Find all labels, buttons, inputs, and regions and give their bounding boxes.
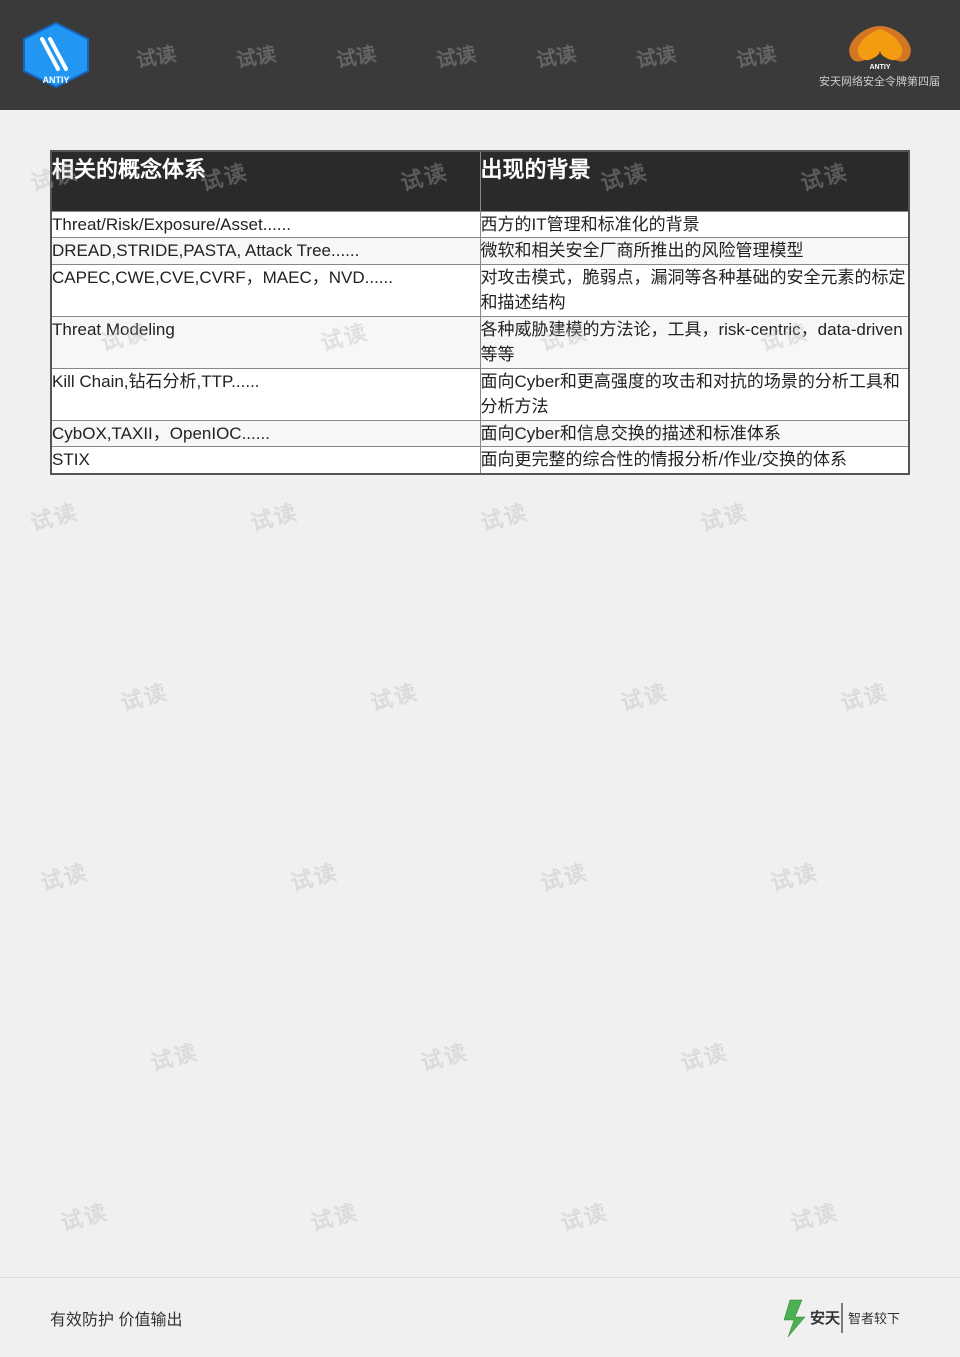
- table-cell-right: 西方的IT管理和标准化的背景: [480, 211, 909, 238]
- watermark-23: 试读: [677, 1034, 732, 1077]
- footer-logo-icon: 安天 智者较下: [780, 1295, 910, 1340]
- header-wm-7: 试读: [733, 37, 777, 73]
- table-cell-left: CybOX,TAXII，OpenIOC......: [51, 420, 480, 447]
- header-wm-3: 试读: [333, 37, 377, 73]
- table-cell-right: 各种威胁建模的方法论，工具，risk-centric，data-driven等等: [480, 316, 909, 368]
- table-row: CAPEC,CWE,CVE,CVRF，MAEC，NVD......对攻击模式，脆…: [51, 264, 909, 316]
- header-right-logo: ANTIY 安天网络安全令牌第四届: [819, 21, 940, 89]
- logo-container: ANTIY: [20, 19, 92, 91]
- table-row: Threat Modeling各种威胁建模的方法论，工具，risk-centri…: [51, 316, 909, 368]
- watermark-16: 试读: [837, 674, 892, 717]
- watermark-25: 试读: [307, 1194, 362, 1237]
- footer-left-text: 有效防护 价值输出: [50, 1306, 182, 1330]
- table-cell-left: Threat/Risk/Exposure/Asset......: [51, 211, 480, 238]
- table-cell-left: STIX: [51, 447, 480, 474]
- table-row: Threat/Risk/Exposure/Asset......西方的IT管理和…: [51, 211, 909, 238]
- svg-text:ANTIY: ANTIY: [43, 75, 70, 85]
- table-row: DREAD,STRIDE,PASTA, Attack Tree......微软和…: [51, 238, 909, 265]
- col1-header: 相关的概念体系: [51, 151, 480, 211]
- table-cell-right: 面向Cyber和信息交换的描述和标准体系: [480, 420, 909, 447]
- watermark-26: 试读: [557, 1194, 612, 1237]
- header-wm-6: 试读: [633, 37, 677, 73]
- table-row: Kill Chain,钻石分析,TTP......面向Cyber和更高强度的攻击…: [51, 368, 909, 420]
- watermark-20: 试读: [767, 854, 822, 897]
- table-header-row: 相关的概念体系 出现的背景: [51, 151, 909, 211]
- svg-text:智者较下: 智者较下: [848, 1311, 900, 1326]
- table-cell-left: Kill Chain,钻石分析,TTP......: [51, 368, 480, 420]
- watermark-17: 试读: [37, 854, 92, 897]
- content-table: 相关的概念体系 出现的背景 Threat/Risk/Exposure/Asset…: [50, 150, 910, 475]
- table-cell-right: 对攻击模式，脆弱点，漏洞等各种基础的安全元素的标定和描述结构: [480, 264, 909, 316]
- header: ANTIY 试读 试读 试读 试读 试读 试读 试读 ANTIY 安天网络安全令…: [0, 0, 960, 110]
- header-wm-1: 试读: [133, 37, 177, 73]
- table-row: CybOX,TAXII，OpenIOC......面向Cyber和信息交换的描述…: [51, 420, 909, 447]
- table-cell-left: DREAD,STRIDE,PASTA, Attack Tree......: [51, 238, 480, 265]
- watermark-13: 试读: [117, 674, 172, 717]
- antiy-logo-icon: ANTIY: [20, 19, 92, 91]
- watermark-27: 试读: [787, 1194, 842, 1237]
- svg-text:安天: 安天: [810, 1309, 841, 1327]
- header-right-subtitle: 安天网络安全令牌第四届: [819, 73, 940, 89]
- table-cell-right: 微软和相关安全厂商所推出的风险管理模型: [480, 238, 909, 265]
- main-content: 相关的概念体系 出现的背景 Threat/Risk/Exposure/Asset…: [0, 110, 960, 515]
- table-cell-right: 面向Cyber和更高强度的攻击和对抗的场景的分析工具和分析方法: [480, 368, 909, 420]
- right-logo-icon: ANTIY: [840, 21, 920, 71]
- footer: 有效防护 价值输出 安天 智者较下: [0, 1277, 960, 1357]
- watermark-21: 试读: [147, 1034, 202, 1077]
- header-wm-4: 试读: [433, 37, 477, 73]
- footer-right: 安天 智者较下: [780, 1295, 910, 1340]
- col2-header: 出现的背景: [480, 151, 909, 211]
- watermark-18: 试读: [287, 854, 342, 897]
- header-watermarks: 试读 试读 试读 试读 试读 试读 试读: [92, 41, 819, 70]
- watermark-14: 试读: [367, 674, 422, 717]
- watermark-19: 试读: [537, 854, 592, 897]
- table-cell-right: 面向更完整的综合性的情报分析/作业/交换的体系: [480, 447, 909, 474]
- table-cell-left: CAPEC,CWE,CVE,CVRF，MAEC，NVD......: [51, 264, 480, 316]
- watermark-24: 试读: [57, 1194, 112, 1237]
- header-wm-5: 试读: [533, 37, 577, 73]
- watermark-22: 试读: [417, 1034, 472, 1077]
- watermark-15: 试读: [617, 674, 672, 717]
- table-cell-left: Threat Modeling: [51, 316, 480, 368]
- header-wm-2: 试读: [233, 37, 277, 73]
- svg-text:ANTIY: ANTIY: [869, 64, 890, 71]
- table-row: STIX面向更完整的综合性的情报分析/作业/交换的体系: [51, 447, 909, 474]
